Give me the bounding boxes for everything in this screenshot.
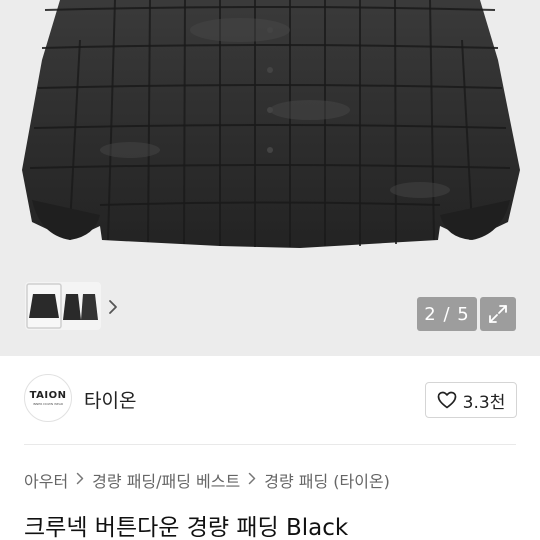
chevron-right-icon <box>109 300 117 314</box>
gallery-page-counter: 2 / 5 <box>417 297 477 331</box>
section-divider <box>24 444 516 445</box>
shop-logo-text: TAION <box>29 390 67 401</box>
breadcrumb-item-brand[interactable]: 경량 패딩 (타이온) <box>264 468 390 492</box>
thumbnail-next-button[interactable] <box>103 292 123 322</box>
shop-logo-subtext: INNER DOWN WEAR <box>32 402 64 406</box>
thumbnail-images[interactable] <box>25 282 101 330</box>
shop-like-button[interactable]: 3.3천 <box>425 382 517 418</box>
product-title: 크루넥 버튼다운 경량 패딩 Black <box>24 515 349 540</box>
breadcrumb-item-outer[interactable]: 아우터 <box>24 468 68 492</box>
gallery-counter-text: 2 / 5 <box>424 303 470 325</box>
chevron-right-icon <box>76 472 84 489</box>
breadcrumb: 아우터 경량 패딩/패딩 베스트 경량 패딩 (타이온) <box>24 468 390 492</box>
shop-like-count: 3.3천 <box>462 392 506 413</box>
heart-outline-icon <box>437 391 457 409</box>
thumbnail-strip[interactable] <box>25 282 101 330</box>
shop-info-row: TAION INNER DOWN WEAR 타이온 3.3천 <box>0 356 540 444</box>
expand-arrows-icon <box>489 305 507 323</box>
chevron-right-icon <box>248 472 256 489</box>
product-image-gallery[interactable]: 2 / 5 <box>0 0 540 356</box>
expand-image-button[interactable] <box>480 297 516 331</box>
shop-name[interactable]: 타이온 <box>84 386 136 413</box>
shop-logo[interactable]: TAION INNER DOWN WEAR <box>24 374 72 422</box>
breadcrumb-item-light-padding[interactable]: 경량 패딩/패딩 베스트 <box>92 468 240 492</box>
